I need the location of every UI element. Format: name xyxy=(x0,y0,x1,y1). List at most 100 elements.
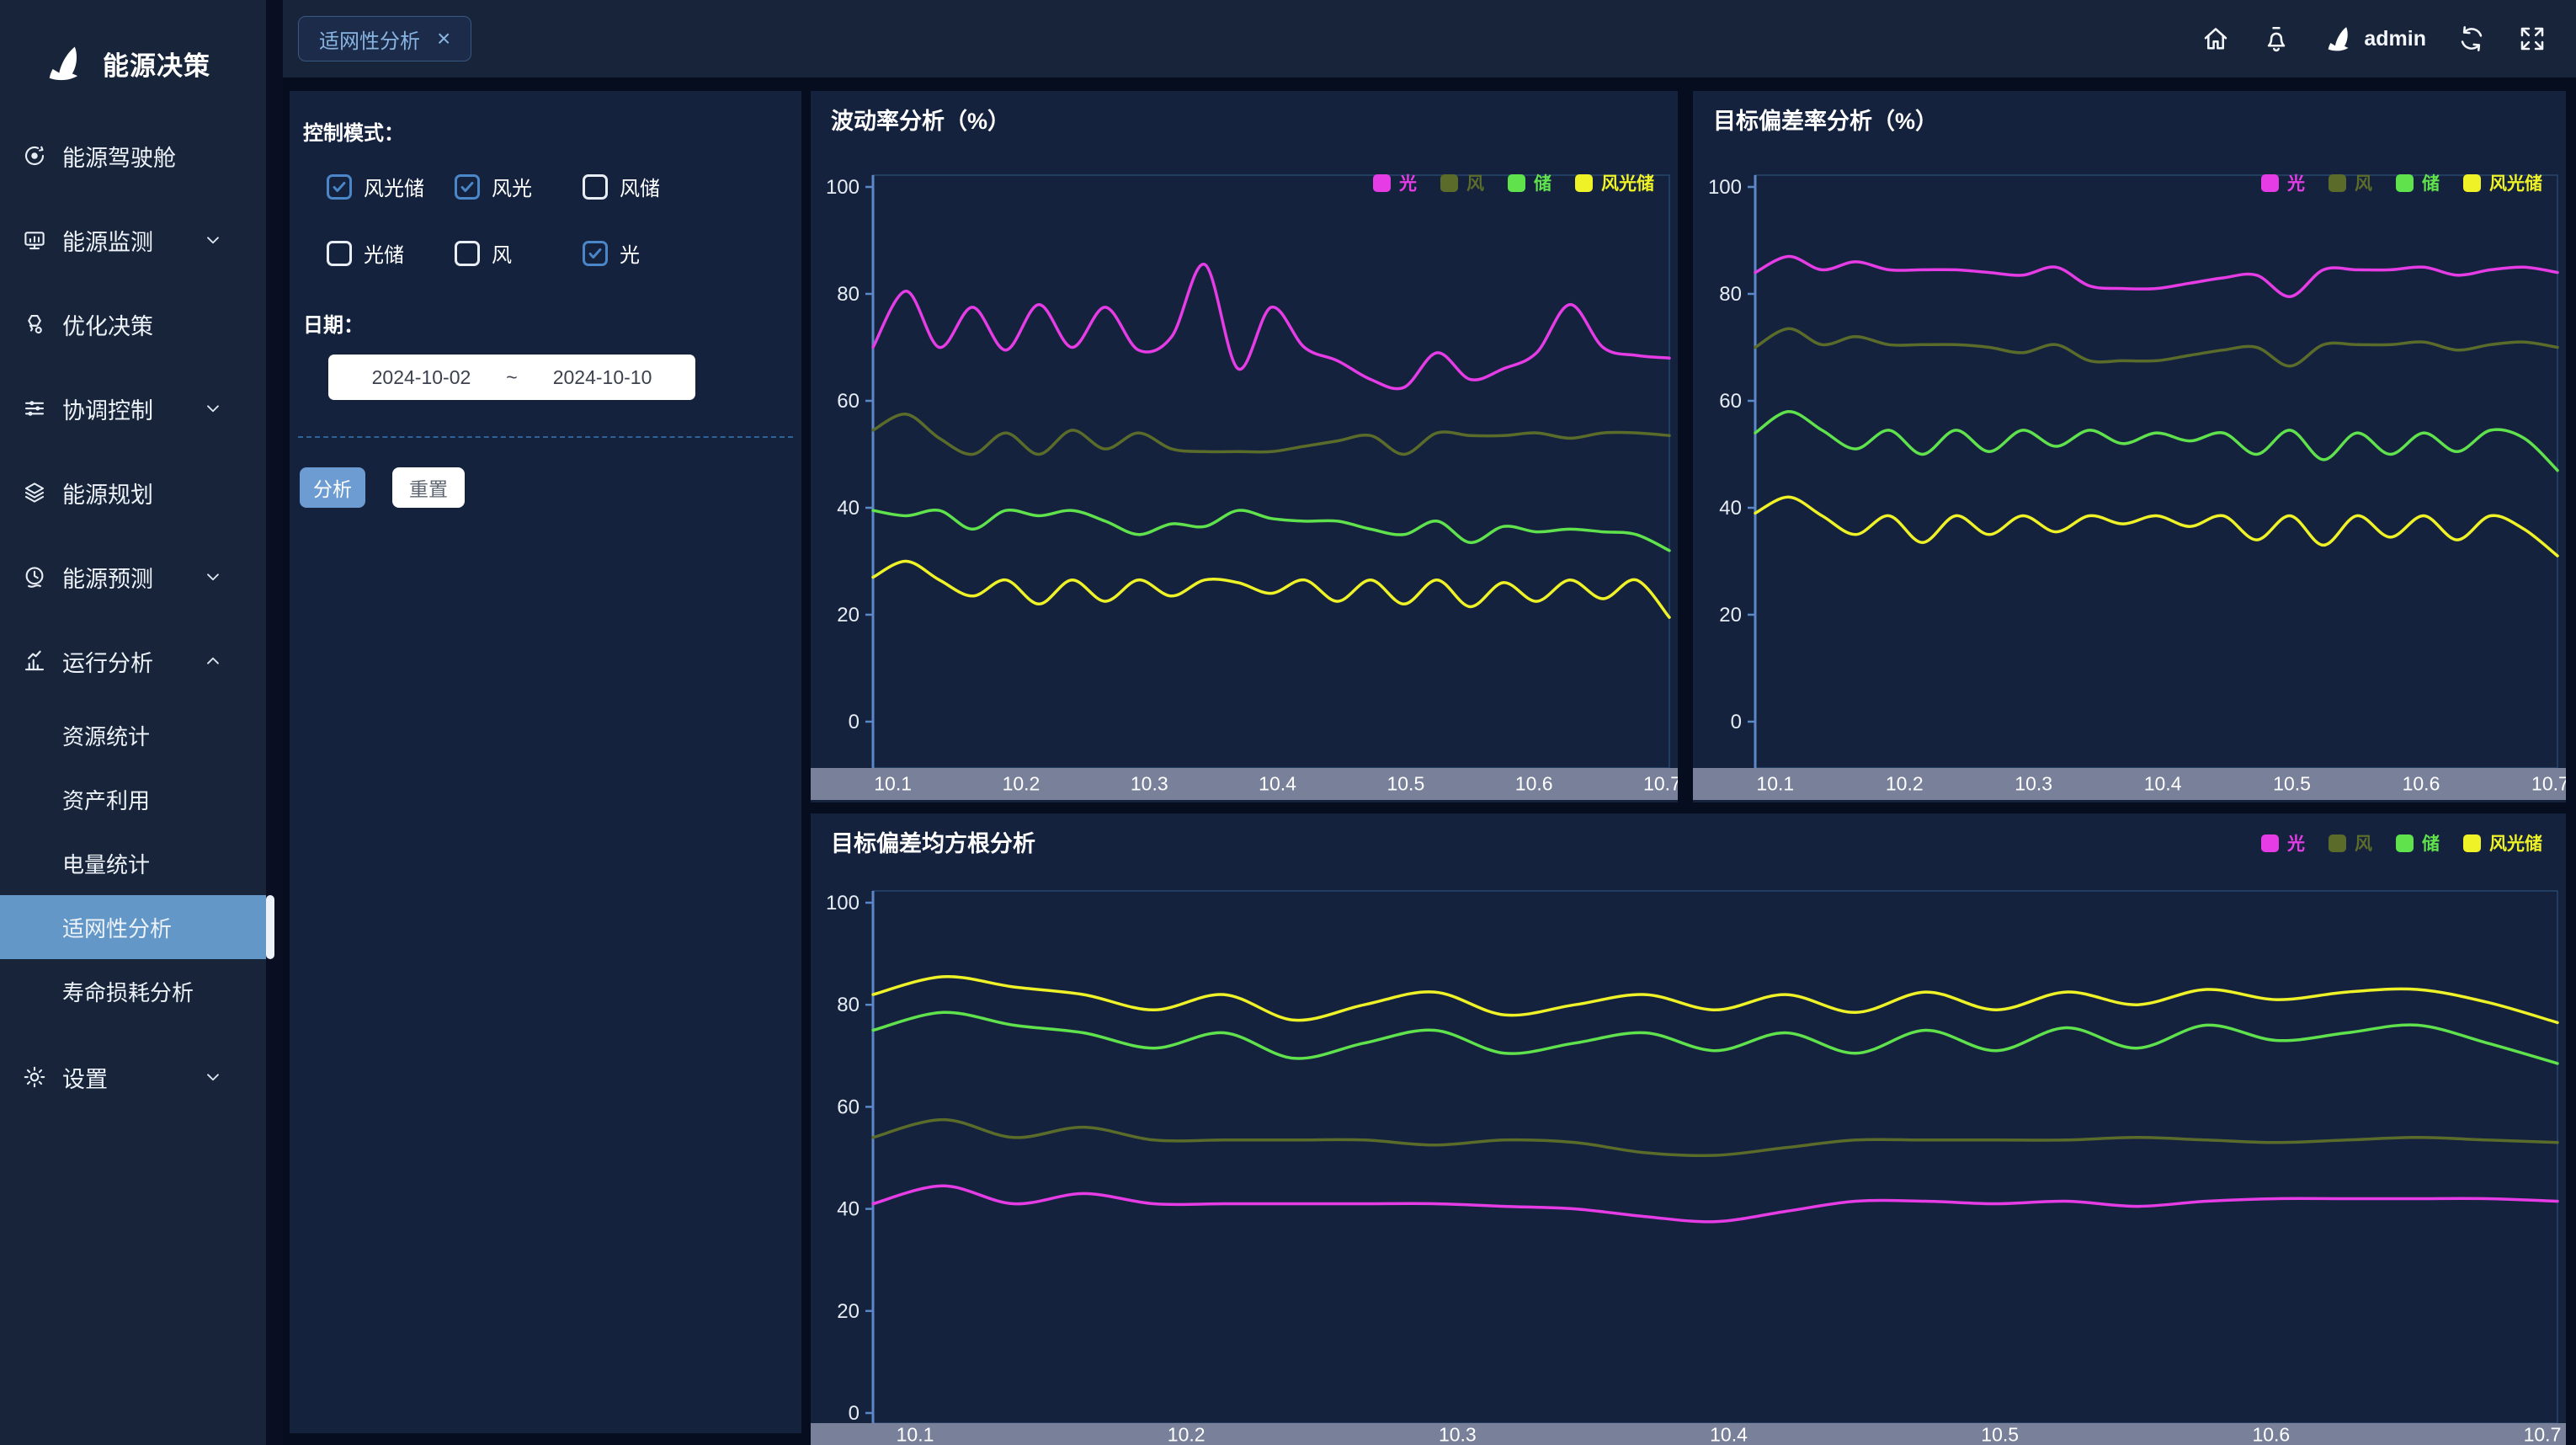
sidebar-scrollbar-thumb[interactable] xyxy=(266,895,274,959)
legend-label: 光 xyxy=(2287,830,2305,856)
sidebar-item-operation-analysis[interactable]: 运行分析 xyxy=(0,619,266,703)
sidebar-item-grid-adaptability-analysis[interactable]: 适网性分析 xyxy=(0,895,266,959)
hexnet-icon xyxy=(22,312,47,337)
mode-option-2[interactable]: 风储 xyxy=(583,172,781,201)
bell-icon[interactable] xyxy=(2261,24,2291,54)
sidebar-item-asset-utilization[interactable]: 资产利用 xyxy=(0,767,266,831)
refresh-icon[interactable] xyxy=(2456,24,2487,54)
x-axis-label: 10.2 xyxy=(1886,773,1924,796)
mode-option-3[interactable]: 光储 xyxy=(327,238,455,268)
gauge-icon xyxy=(22,143,47,168)
svg-text:100: 100 xyxy=(826,176,860,199)
mode-option-4[interactable]: 风 xyxy=(455,238,583,268)
mode-section-label: 控制模式： xyxy=(303,116,404,146)
sidebar-item-energy-forecast[interactable]: 能源预测 xyxy=(0,535,266,619)
data-zoom-slider[interactable]: 10.110.210.310.410.510.610.7 xyxy=(1693,768,2566,800)
sidebar-item-life-loss-analysis[interactable]: 寿命损耗分析 xyxy=(0,959,266,1023)
x-axis-label: 10.4 xyxy=(2144,773,2182,796)
sidebar-item-label: 电量统计 xyxy=(62,848,150,879)
checkbox-unchecked-icon[interactable] xyxy=(455,241,480,266)
sidebar-item-energy-planning[interactable]: 能源规划 xyxy=(0,451,266,535)
date-range-input[interactable]: 2024-10-02 ~ 2024-10-10 xyxy=(328,355,695,400)
home-icon[interactable] xyxy=(2201,24,2231,54)
legend-item-2[interactable]: 储 xyxy=(2396,830,2440,856)
sidebar-scrollbar-track[interactable] xyxy=(266,0,283,1445)
tab-grid-adaptability[interactable]: 适网性分析 × xyxy=(298,16,471,61)
x-axis-label: 10.7 xyxy=(2531,773,2566,796)
chevron-down-icon xyxy=(202,1066,224,1088)
chart-canvas: 02040608010010.110.210.310.410.510.610.7 xyxy=(811,857,2566,1445)
gear-icon xyxy=(22,1064,47,1090)
sidebar-item-resource-statistics[interactable]: 资源统计 xyxy=(0,703,266,767)
svg-text:80: 80 xyxy=(837,283,860,306)
legend-item-1[interactable]: 风 xyxy=(1440,170,1484,195)
mode-checkbox-grid: 风光储风光风储光储风光 xyxy=(327,172,781,268)
sidebar-item-label: 资源统计 xyxy=(62,720,150,751)
sidebar: 能源决策 能源驾驶舱能源监测优化决策协调控制能源规划能源预测运行分析资源统计资产… xyxy=(0,0,266,1445)
legend-item-3[interactable]: 风光储 xyxy=(1575,170,1654,195)
fullscreen-icon[interactable] xyxy=(2517,24,2547,54)
chart-title: 目标偏差率分析（%） xyxy=(1713,103,1938,136)
date-start-value: 2024-10-02 xyxy=(372,366,471,389)
x-axis-label: 10.7 xyxy=(1643,773,1678,796)
x-axis-label: 10.3 xyxy=(1131,773,1168,796)
legend-item-0[interactable]: 光 xyxy=(1373,170,1417,195)
svg-text:20: 20 xyxy=(837,604,860,627)
mode-option-5[interactable]: 光 xyxy=(583,238,781,268)
rms-deviation-chart-panel: 目标偏差均方根分析 02040608010010.110.210.310.410… xyxy=(811,813,2566,1445)
svg-text:80: 80 xyxy=(837,994,860,1016)
legend-item-3[interactable]: 风光储 xyxy=(2463,830,2542,856)
svg-text:0: 0 xyxy=(849,711,860,733)
checkbox-unchecked-icon[interactable] xyxy=(583,174,608,200)
legend-label: 风光储 xyxy=(2489,830,2542,856)
svg-text:40: 40 xyxy=(837,497,860,520)
legend-item-0[interactable]: 光 xyxy=(2261,170,2305,195)
legend-item-1[interactable]: 风 xyxy=(2329,170,2372,195)
legend-item-1[interactable]: 风 xyxy=(2329,830,2372,856)
user-menu[interactable]: admin xyxy=(2322,22,2426,56)
sidebar-item-optimization-decision[interactable]: 优化决策 xyxy=(0,282,266,366)
legend-item-2[interactable]: 储 xyxy=(2396,170,2440,195)
checkbox-unchecked-icon[interactable] xyxy=(327,241,352,266)
legend-label: 储 xyxy=(2422,170,2440,195)
legend-label: 风光储 xyxy=(1601,170,1654,195)
data-zoom-slider[interactable]: 10.110.210.310.410.510.610.7 xyxy=(811,768,1678,800)
sidebar-item-energy-cockpit[interactable]: 能源驾驶舱 xyxy=(0,114,266,198)
checkbox-checked-icon[interactable] xyxy=(583,241,608,266)
legend-swatch-icon xyxy=(2396,174,2414,192)
legend-swatch-icon xyxy=(1440,174,1458,192)
sidebar-item-electricity-statistics[interactable]: 电量统计 xyxy=(0,831,266,895)
chevron-up-icon xyxy=(202,650,224,672)
analyze-button[interactable]: 分析 xyxy=(300,467,365,508)
svg-text:20: 20 xyxy=(837,1300,860,1323)
svg-text:60: 60 xyxy=(1719,390,1742,413)
sidebar-item-settings[interactable]: 设置 xyxy=(0,1035,266,1119)
reset-button[interactable]: 重置 xyxy=(392,467,465,508)
sidebar-item-label: 寿命损耗分析 xyxy=(62,976,194,1007)
chevron-down-icon xyxy=(202,566,224,588)
topbar: 适网性分析 × admin xyxy=(283,0,2576,77)
layers-icon xyxy=(22,480,47,505)
legend-label: 储 xyxy=(1534,170,1551,195)
svg-text:40: 40 xyxy=(837,1198,860,1221)
sidebar-item-energy-monitoring[interactable]: 能源监测 xyxy=(0,198,266,282)
legend-label: 储 xyxy=(2422,830,2440,856)
sidebar-item-label: 优化决策 xyxy=(62,308,153,341)
legend-item-3[interactable]: 风光储 xyxy=(2463,170,2542,195)
x-axis-label: 10.6 xyxy=(2403,773,2440,796)
legend-item-2[interactable]: 储 xyxy=(1508,170,1551,195)
close-icon[interactable]: × xyxy=(437,27,450,51)
mode-option-1[interactable]: 风光 xyxy=(455,172,583,201)
sail-logo-icon xyxy=(40,40,88,87)
checkbox-checked-icon[interactable] xyxy=(455,174,480,200)
sidebar-item-label: 适网性分析 xyxy=(62,912,172,943)
sidebar-item-label: 能源驾驶舱 xyxy=(62,140,176,173)
data-zoom-slider[interactable]: 10.110.210.310.410.510.610.7 xyxy=(811,1423,2566,1445)
mode-option-0[interactable]: 风光储 xyxy=(327,172,455,201)
checkbox-checked-icon[interactable] xyxy=(327,174,352,200)
svg-text:20: 20 xyxy=(1719,604,1742,627)
legend-swatch-icon xyxy=(2261,834,2279,852)
sidebar-item-coordination-control[interactable]: 协调控制 xyxy=(0,366,266,451)
x-axis-label: 10.4 xyxy=(1710,1424,1748,1445)
legend-item-0[interactable]: 光 xyxy=(2261,830,2305,856)
